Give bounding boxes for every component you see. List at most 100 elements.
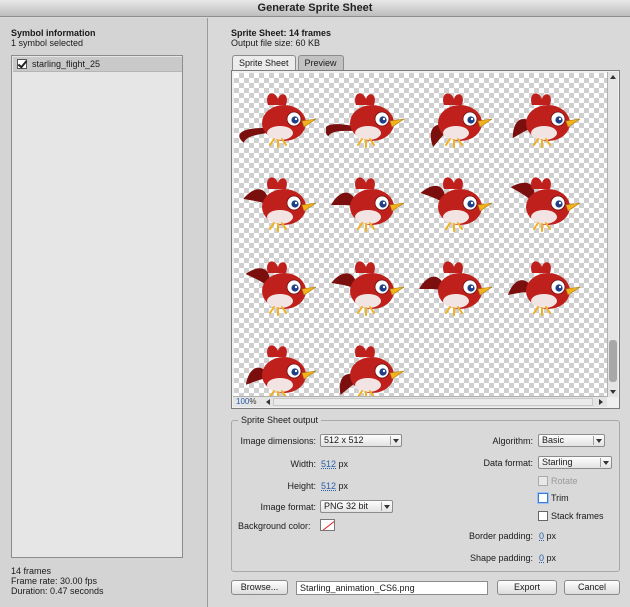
algorithm-dropdown[interactable]: Basic (538, 434, 605, 447)
export-button[interactable]: Export (497, 580, 557, 595)
window-title: Generate Sprite Sheet (0, 0, 630, 17)
width-field[interactable]: 512 px (321, 459, 348, 469)
image-dimensions-value: 512 x 512 (324, 435, 364, 445)
frame-count: 14 frames (11, 566, 52, 576)
trim-label: Trim (551, 493, 569, 503)
symbol-info-panel: Symbol information 1 symbol selected sta… (0, 18, 208, 607)
rotate-label: Rotate (551, 476, 578, 486)
height-field[interactable]: 512 px (321, 481, 348, 491)
data-format-label: Data format: (483, 458, 533, 468)
bird-sprite-icon (420, 177, 493, 232)
image-format-value: PNG 32 bit (324, 501, 369, 511)
bird-sprite-icon (339, 345, 405, 396)
width-label: Width: (290, 459, 316, 469)
stack-frames-checkbox[interactable] (538, 511, 548, 521)
algorithm-value: Basic (542, 435, 565, 445)
rotate-checkbox[interactable] (538, 476, 548, 486)
bird-sprite-icon (419, 261, 493, 316)
shape-padding-value[interactable]: 0 (539, 553, 544, 563)
transparency-grid (234, 73, 607, 396)
shape-padding-label: Shape padding: (469, 553, 533, 563)
sprite-frame (326, 159, 412, 241)
view-tabs: Sprite Sheet Preview (232, 55, 346, 70)
bird-sprite-icon (512, 93, 581, 148)
border-padding-field[interactable]: 0 px (539, 531, 556, 541)
trim-checkbox[interactable] (538, 493, 548, 503)
scroll-left-icon[interactable] (266, 399, 270, 405)
symbols-selected-count: 1 symbol selected (11, 38, 84, 48)
zoom-value[interactable]: 100 (236, 397, 249, 406)
stack-frames-label: Stack frames (551, 511, 604, 521)
bird-sprite-icon (324, 93, 405, 148)
bird-sprite-icon (331, 261, 405, 316)
chevron-down-icon (390, 436, 400, 445)
output-file-size: Output file size: 60 KB (231, 38, 321, 48)
scroll-up-icon[interactable] (610, 75, 616, 79)
scroll-right-icon[interactable] (599, 399, 603, 405)
sprite-frame (238, 159, 324, 241)
sprite-frame (324, 75, 412, 157)
symbol-name: starling_flight_25 (32, 59, 101, 69)
width-value[interactable]: 512 (321, 459, 336, 469)
output-options-title: Sprite Sheet output (238, 415, 322, 425)
chevron-down-icon (600, 458, 610, 467)
symbol-checkbox[interactable] (17, 59, 27, 69)
image-format-label: Image format: (260, 502, 316, 512)
sprite-frame (414, 159, 500, 241)
sprite-sheet-canvas: 100% (231, 70, 620, 409)
duration: Duration: 0.47 seconds (11, 586, 104, 596)
chevron-down-icon (381, 502, 391, 511)
scroll-down-icon[interactable] (610, 390, 616, 394)
height-value[interactable]: 512 (321, 481, 336, 491)
bird-sprite-icon (245, 345, 317, 396)
horizontal-scrollbar[interactable]: 100% (233, 396, 607, 407)
data-format-value: Starling (542, 457, 573, 467)
image-format-dropdown[interactable]: PNG 32 bit (320, 500, 393, 513)
shape-padding-unit: px (546, 553, 557, 563)
bird-sprite-icon (239, 93, 317, 148)
border-padding-unit: px (546, 531, 557, 541)
zoom-level[interactable]: 100% (236, 397, 256, 407)
tab-preview[interactable]: Preview (297, 55, 344, 70)
sprite-frame (238, 327, 324, 396)
browse-button[interactable]: Browse... (231, 580, 288, 595)
bird-sprite-icon (245, 261, 317, 316)
bird-sprite-icon (331, 177, 405, 232)
data-format-dropdown[interactable]: Starling (538, 456, 612, 469)
sprite-frame (502, 159, 588, 241)
bird-sprite-icon (243, 177, 317, 232)
sprite-frame (326, 327, 412, 396)
image-dimensions-dropdown[interactable]: 512 x 512 (320, 434, 402, 447)
sprite-frame (326, 243, 412, 325)
border-padding-value[interactable]: 0 (539, 531, 544, 541)
scroll-track[interactable] (273, 398, 593, 406)
cancel-button[interactable]: Cancel (564, 580, 620, 595)
border-padding-label: Border padding: (468, 531, 533, 541)
symbol-list[interactable]: starling_flight_25 (11, 55, 183, 558)
symbol-stats: 14 frames Frame rate: 30.00 fps Duration… (11, 566, 104, 596)
sprite-frame (238, 75, 324, 157)
background-color-swatch[interactable] (320, 519, 335, 531)
sprite-sheet-title: Sprite Sheet: 14 frames (231, 28, 332, 38)
sprite-frame (414, 75, 500, 157)
image-dimensions-label: Image dimensions: (240, 436, 316, 446)
sprite-frame (502, 75, 588, 157)
algorithm-label: Algorithm: (492, 436, 533, 446)
sprite-frame (414, 243, 500, 325)
bird-sprite-icon (430, 93, 493, 148)
bird-sprite-icon (508, 261, 581, 316)
shape-padding-field[interactable]: 0 px (539, 553, 556, 563)
sprite-frame (238, 243, 324, 325)
tab-sprite-sheet[interactable]: Sprite Sheet (232, 55, 296, 70)
sprite-frame (502, 243, 588, 325)
scroll-thumb[interactable] (609, 340, 617, 382)
background-color-label: Background color: (238, 521, 311, 531)
symbol-info-heading: Symbol information (11, 28, 96, 38)
output-path-field[interactable]: Starling_animation_CS6.png (296, 581, 488, 595)
symbol-list-item[interactable]: starling_flight_25 (13, 57, 182, 72)
chevron-down-icon (593, 436, 603, 445)
zoom-unit: % (249, 397, 257, 406)
vertical-scrollbar[interactable] (607, 72, 618, 397)
width-unit: px (338, 459, 349, 469)
frame-rate: Frame rate: 30.00 fps (11, 576, 98, 586)
